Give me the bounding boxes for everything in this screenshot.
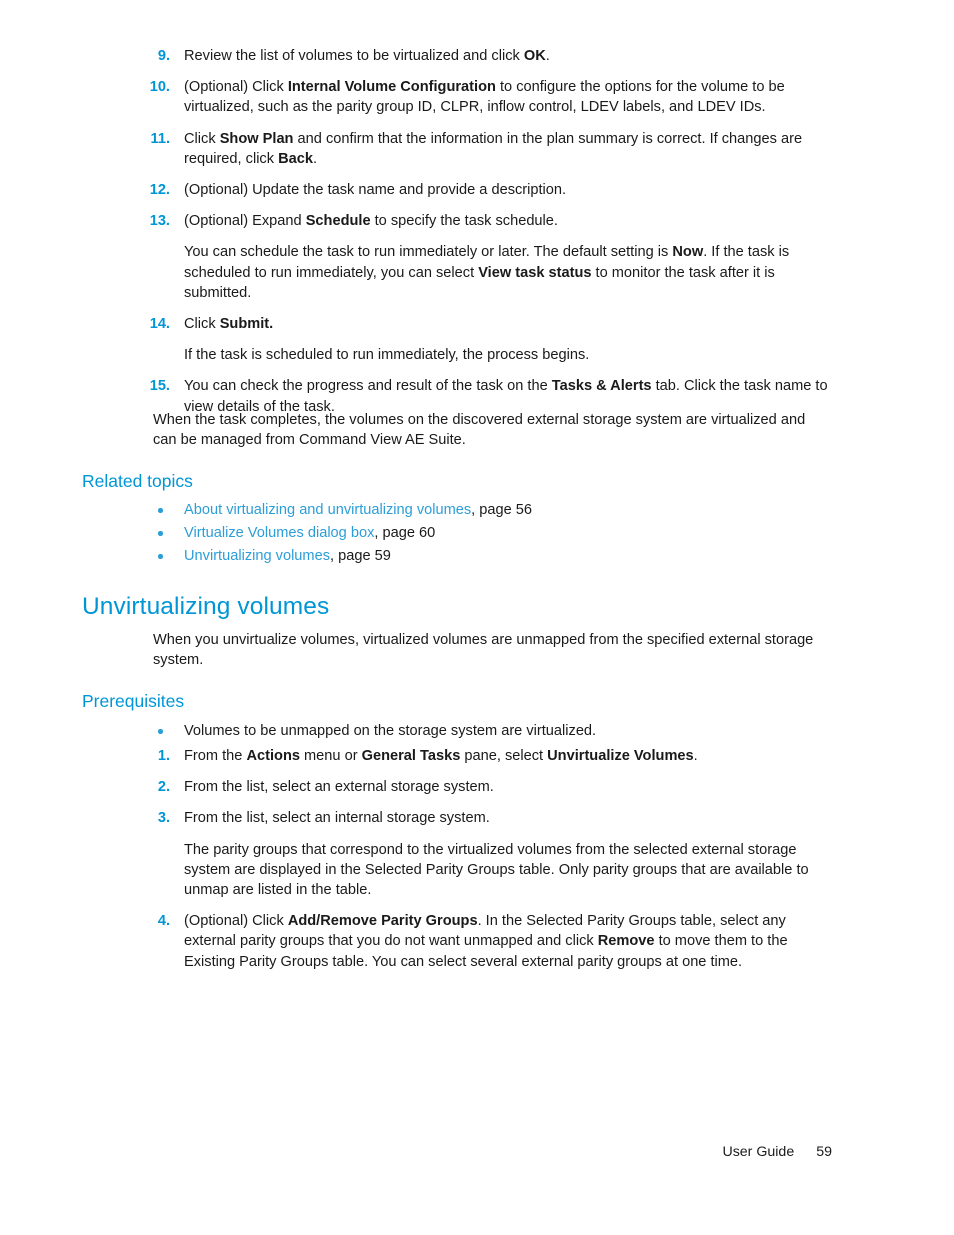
numbered-step: 14. Click Submit. — [0, 314, 954, 334]
steps-procedure-container: 1. From the Actions menu or General Tasks… — [0, 746, 954, 972]
footer-page-number: 59 — [816, 1144, 832, 1160]
step-text: (Optional) Click Add/Remove Parity Group… — [184, 911, 832, 972]
text-run: . — [693, 748, 698, 764]
step-text: Click Submit. — [184, 314, 832, 334]
step-text: From the list, select an internal storag… — [184, 808, 832, 828]
list-item: Unvirtualizing volumes, page 59 — [158, 546, 832, 566]
closing-paragraph: When the task completes, the volumes on … — [153, 412, 806, 449]
numbered-step: 10. (Optional) Click Internal Volume Conf… — [0, 77, 954, 117]
text-run: Review the list of volumes to be virtual… — [184, 48, 524, 64]
cross-reference-page: , page 59 — [330, 548, 391, 565]
bold-term: View task status — [478, 264, 592, 281]
step-number: 1. — [157, 748, 170, 764]
step-text: (Optional) Click Internal Volume Configu… — [184, 77, 832, 117]
bullet-dot-icon — [158, 531, 163, 536]
text-run: (Optional) Click — [184, 79, 288, 96]
step-text: (Optional) Update the task name and prov… — [184, 180, 832, 200]
step-text: (Optional) Expand Schedule to specify th… — [184, 211, 832, 231]
related-topics-heading: Related topics — [82, 471, 193, 491]
text-run: Click — [184, 130, 220, 147]
bold-term: Actions — [246, 748, 300, 764]
text-run: (Optional) Expand — [184, 213, 306, 230]
list-item: Virtualize Volumes dialog box, page 60 — [158, 523, 832, 543]
text-run: to specify the task schedule. — [370, 213, 558, 230]
list-item: Volumes to be unmapped on the storage sy… — [158, 721, 832, 741]
text-run: You can check the progress and result of… — [184, 378, 552, 395]
topic-heading: Unvirtualizing volumes — [82, 593, 330, 620]
step-number: 15. — [149, 378, 170, 395]
text-run: menu or — [299, 748, 362, 764]
numbered-step: 1. From the Actions menu or General Tasks… — [0, 746, 954, 766]
numbered-step: 3. From the list, select an internal stor… — [0, 808, 954, 828]
text-run: . — [545, 48, 550, 64]
text-run: From the list, select an external storag… — [184, 779, 494, 796]
step-number: 3. — [157, 810, 170, 827]
text-run: (Optional) Click — [184, 913, 288, 930]
text-run: . — [312, 150, 318, 167]
cross-reference-link[interactable]: Virtualize Volumes dialog box — [184, 525, 374, 541]
procedure-steps-list: 1. From the Actions menu or General Tasks… — [0, 746, 954, 983]
bold-term: Submit. — [219, 316, 274, 333]
footer-label: User Guide — [722, 1144, 795, 1160]
numbered-step: 12. (Optional) Update the task name and p… — [0, 180, 954, 200]
step-number: 12. — [149, 182, 170, 199]
bold-term: Back — [278, 150, 313, 167]
cross-reference-link[interactable]: About virtualizing and unvirtualizing vo… — [184, 502, 471, 518]
numbered-step: 11. Click Show Plan and confirm that the … — [0, 129, 954, 169]
text-run: From the — [184, 748, 247, 764]
bold-term: Internal Volume Configuration — [287, 79, 496, 96]
step-number: 14. — [149, 316, 170, 333]
bullet-dot-icon — [158, 508, 163, 513]
text-run: Click — [184, 316, 220, 333]
continued-steps-list: 9. Review the list of volumes to be virtu… — [0, 46, 954, 428]
bold-term: Tasks & Alerts — [551, 378, 652, 395]
bold-term: OK — [523, 48, 546, 64]
step-continuation-paragraph: You can schedule the task to run immedia… — [184, 242, 832, 303]
cross-reference-link[interactable]: Unvirtualizing volumes — [184, 548, 330, 564]
step-text: Review the list of volumes to be virtual… — [184, 46, 832, 66]
step-text: Click Show Plan and confirm that the inf… — [184, 129, 832, 169]
prerequisites-heading: Prerequisites — [82, 691, 185, 711]
bullet-dot-icon — [158, 729, 163, 734]
bullet-dot-icon — [158, 554, 163, 559]
text-run: You can schedule the task to run immedia… — [184, 244, 673, 261]
numbered-step: 4. (Optional) Click Add/Remove Parity Gro… — [0, 911, 954, 972]
step-continuation-paragraph: If the task is scheduled to run immediat… — [184, 345, 832, 365]
numbered-step: 2. From the list, select an external stor… — [0, 777, 954, 797]
bold-term: Unvirtualize Volumes — [547, 748, 694, 764]
prerequisites-bullet-list: Volumes to be unmapped on the storage sy… — [0, 721, 954, 744]
step-number: 2. — [157, 779, 170, 796]
text-run: If the task is scheduled to run immediat… — [184, 347, 590, 364]
bold-term: Remove — [597, 933, 655, 950]
step-text: From the Actions menu or General Tasks p… — [184, 746, 832, 766]
step-number: 10. — [149, 79, 170, 96]
step-number: 13. — [149, 213, 170, 230]
list-item-label: Volumes to be unmapped on the storage sy… — [184, 723, 597, 739]
topic-intro-paragraph: When you unvirtualize volumes, virtualiz… — [153, 632, 814, 669]
text-run: From the list, select an internal storag… — [184, 810, 490, 827]
numbered-step: 9. Review the list of volumes to be virtu… — [0, 46, 954, 66]
related-topics-list: About virtualizing and unvirtualizing vo… — [0, 500, 954, 570]
bold-term: Schedule — [305, 213, 371, 230]
numbered-step: 13. (Optional) Expand Schedule to specify… — [0, 211, 954, 231]
cross-reference-page: , page 56 — [471, 502, 533, 518]
bold-term: Show Plan — [219, 130, 294, 147]
bold-term: Add/Remove Parity Groups — [287, 913, 478, 930]
document-page: 9. Review the list of volumes to be virtu… — [0, 0, 954, 1235]
text-run: (Optional) Update the task name and prov… — [184, 182, 567, 199]
list-item: About virtualizing and unvirtualizing vo… — [158, 500, 832, 520]
cross-reference-page: , page 60 — [374, 525, 436, 542]
steps-continued-container: 9. Review the list of volumes to be virtu… — [0, 46, 954, 417]
text-run: pane, select — [460, 748, 548, 764]
step-text: From the list, select an external storag… — [184, 777, 832, 797]
step-number: 4. — [157, 913, 170, 930]
bold-term: Now — [672, 244, 704, 261]
step-number: 11. — [150, 130, 170, 147]
bold-term: General Tasks — [361, 748, 461, 764]
step-number: 9. — [157, 48, 170, 64]
text-run: The parity groups that correspond to the… — [184, 841, 809, 899]
step-continuation-paragraph: The parity groups that correspond to the… — [184, 840, 832, 901]
